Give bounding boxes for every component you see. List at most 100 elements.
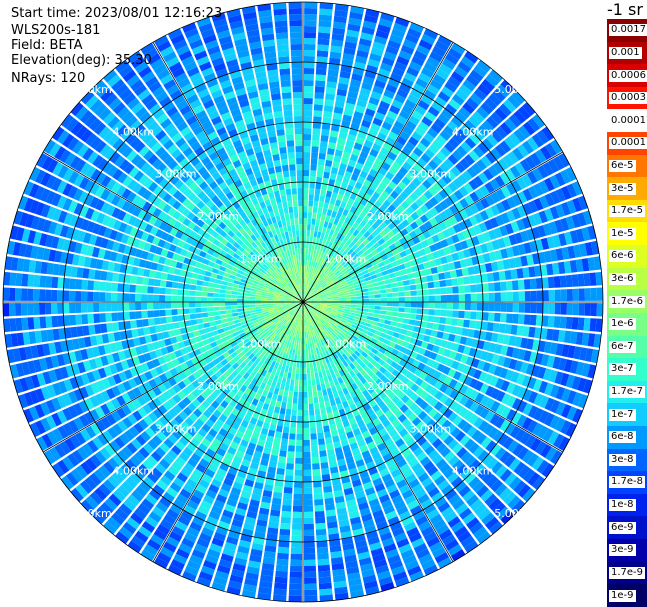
range-gate: [401, 323, 409, 330]
range-gate: [270, 509, 281, 517]
range-gate: [165, 288, 172, 295]
range-gate: [15, 288, 22, 301]
range-gate: [324, 165, 332, 173]
range-gate: [512, 291, 519, 302]
range-gate: [395, 322, 403, 329]
range-gate: [9, 272, 17, 286]
range-gate: [322, 389, 328, 396]
range-gate: [512, 302, 519, 313]
range-gate: [312, 385, 317, 392]
range-gate: [463, 276, 471, 285]
range-gate: [290, 547, 303, 554]
range-gate: [305, 248, 309, 255]
range-gate: [434, 302, 441, 309]
range-gate: [304, 571, 317, 578]
range-gate: [488, 312, 495, 322]
range-gate: [209, 321, 216, 327]
range-gate: [111, 292, 118, 302]
range-gate: [166, 323, 174, 331]
range-gate: [298, 379, 303, 386]
range-gate: [304, 565, 317, 572]
range-gate: [316, 384, 322, 391]
range-gate: [255, 302, 262, 305]
range-gate: [149, 326, 157, 334]
range-gate: [428, 288, 435, 295]
range-gate: [303, 421, 310, 428]
range-gate: [303, 110, 313, 117]
range-gate: [292, 403, 298, 410]
range-gate: [421, 315, 429, 322]
range-gate: [319, 146, 327, 154]
range-gate: [45, 303, 52, 315]
range-gate: [449, 326, 457, 334]
range-gate: [309, 188, 315, 195]
range-gate: [249, 302, 256, 305]
range-gate: [326, 153, 334, 162]
range-gate: [177, 295, 184, 302]
range-gate: [117, 283, 124, 292]
range-gate: [451, 278, 459, 286]
range-gate: [278, 389, 284, 396]
range-gate: [416, 308, 423, 315]
range-gate: [105, 312, 112, 322]
range-gate: [554, 303, 561, 315]
range-gate: [69, 290, 76, 302]
range-gate: [523, 314, 531, 325]
range-gate: [277, 462, 286, 470]
range-gate: [482, 293, 489, 302]
range-gate: [362, 291, 369, 296]
range-gate: [494, 302, 501, 312]
range-gate: [506, 302, 513, 313]
range-gate: [303, 385, 308, 392]
range-gate: [249, 307, 256, 311]
range-gate: [316, 176, 323, 184]
range-gate: [396, 281, 404, 287]
range-gate: [314, 504, 325, 512]
range-gate: [202, 281, 210, 287]
range-gate: [213, 288, 220, 293]
range-gate: [303, 200, 308, 207]
range-gate: [191, 324, 199, 332]
range-gate: [201, 302, 208, 307]
range-gate: [494, 312, 501, 322]
range-gate: [407, 272, 415, 280]
range-gate: [171, 288, 178, 295]
range-gate: [494, 282, 501, 292]
range-gate: [380, 302, 387, 307]
range-gate: [482, 302, 489, 311]
range-gate: [249, 296, 256, 300]
range-gate: [578, 303, 585, 316]
range-gate: [380, 289, 387, 294]
range-gate: [275, 564, 289, 572]
range-gate: [394, 327, 402, 334]
range-gate: [177, 308, 184, 315]
range-gate: [270, 503, 281, 511]
range-gate: [296, 355, 300, 362]
range-gate: [303, 164, 310, 171]
range-gate: [75, 290, 82, 302]
range-gate: [294, 469, 303, 476]
range-gate: [308, 248, 312, 255]
range-gate: [313, 230, 318, 238]
range-gate: [147, 318, 155, 326]
range-gate: [332, 303, 339, 306]
range-gate: [577, 317, 585, 331]
range-gate: [63, 302, 70, 314]
range-gate: [273, 588, 287, 596]
range-gate: [297, 403, 303, 410]
range-gate: [215, 279, 222, 285]
range-gate: [289, 583, 302, 590]
range-gate: [306, 236, 310, 243]
range-gate: [274, 582, 288, 590]
range-gate: [291, 409, 297, 416]
range-gate: [317, 564, 331, 572]
range-gate: [190, 278, 198, 285]
range-gate: [249, 304, 256, 308]
range-gate: [226, 313, 233, 318]
range-gate: [209, 277, 216, 283]
range-gate: [283, 420, 290, 428]
range-gate: [402, 318, 410, 325]
range-gate: [315, 74, 326, 82]
range-gate: [291, 535, 303, 542]
range-gate: [390, 321, 397, 327]
